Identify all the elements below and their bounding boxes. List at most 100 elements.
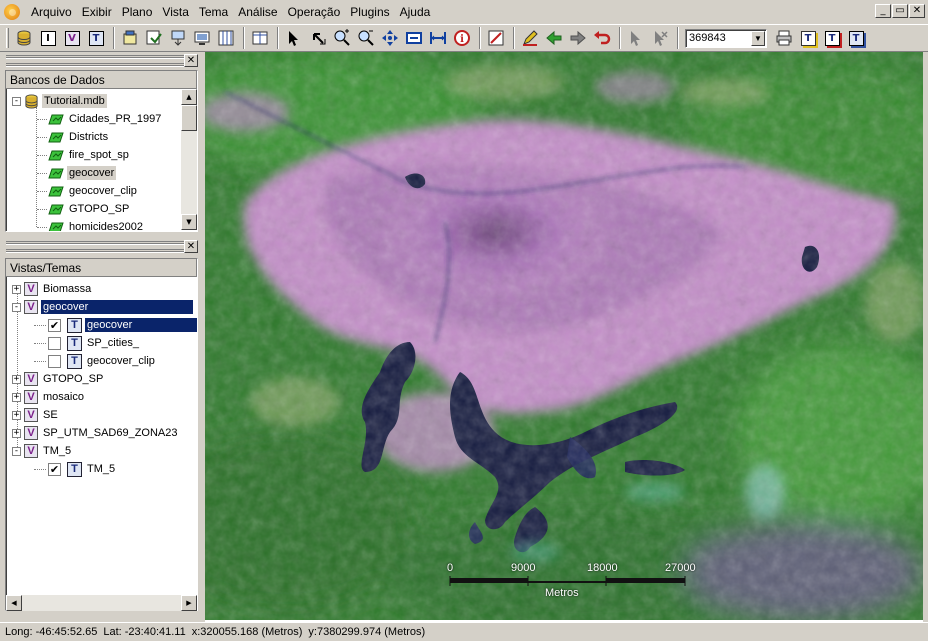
measure-tool[interactable] <box>427 27 449 49</box>
expand-icon[interactable]: + <box>12 284 21 294</box>
raster-layer-icon <box>48 186 64 196</box>
theme-row[interactable]: ✔ T TM_5 <box>34 460 117 478</box>
edit-pointer-tool[interactable] <box>625 27 647 49</box>
db-layer-row[interactable]: geocover_clip <box>48 182 139 200</box>
view-row[interactable]: - Vgeocover <box>12 298 193 316</box>
printer-icon <box>776 30 792 46</box>
db-layer-row[interactable]: geocover <box>48 164 117 182</box>
theme-row[interactable]: T SP_cities_ <box>34 334 141 352</box>
collapse-icon[interactable]: - <box>12 96 21 106</box>
import-icon <box>123 30 137 45</box>
collapse-icon[interactable]: - <box>12 302 21 312</box>
view-button[interactable]: V <box>61 27 83 49</box>
restore-button[interactable]: ▭ <box>892 4 908 18</box>
display-button[interactable] <box>191 27 213 49</box>
tree-guide <box>34 469 46 470</box>
forward-button[interactable] <box>567 27 589 49</box>
scroll-thumb[interactable] <box>181 105 197 131</box>
import-button[interactable] <box>119 27 141 49</box>
db-panel-grip <box>6 55 184 59</box>
erase-tool[interactable] <box>485 27 507 49</box>
toolbar-separator <box>479 27 481 49</box>
collapse-icon[interactable]: - <box>12 446 21 456</box>
pan-tool[interactable] <box>379 27 401 49</box>
view-row[interactable]: + V SP_UTM_SAD69_ZONA23 <box>12 424 180 442</box>
view-row[interactable]: - V TM_5 <box>12 442 73 460</box>
database-icon <box>17 30 31 46</box>
theme-label: geocover <box>85 318 197 332</box>
theme-row[interactable]: ✔ Tgeocover <box>34 316 197 334</box>
zoom-extent-icon <box>406 32 422 44</box>
toolbar-separator <box>277 27 279 49</box>
info-layer-button[interactable]: I <box>37 27 59 49</box>
db-root-row[interactable]: - Tutorial.mdb <box>12 92 107 110</box>
scroll-up-button[interactable]: ▲ <box>181 89 197 105</box>
expand-icon[interactable]: + <box>12 392 21 402</box>
back-button[interactable] <box>543 27 565 49</box>
view-row[interactable]: + Vmosaico <box>12 388 86 406</box>
print-button[interactable] <box>773 27 795 49</box>
database-button[interactable] <box>13 27 35 49</box>
close-button[interactable]: ✕ <box>909 4 925 18</box>
menu-plugins[interactable]: Plugins <box>345 0 394 24</box>
draw-tool[interactable] <box>519 27 541 49</box>
menu-operacao[interactable]: Operação <box>283 0 346 24</box>
view-label: TM_5 <box>43 445 72 457</box>
scroll-left-button[interactable]: ◀ <box>6 595 22 611</box>
view-row[interactable]: + V GTOPO_SP <box>12 370 105 388</box>
undo-button[interactable] <box>591 27 613 49</box>
theme-row[interactable]: Tgeocover_clip <box>34 352 157 370</box>
visibility-checkbox[interactable]: ✔ <box>48 318 61 332</box>
select-tool[interactable] <box>307 27 329 49</box>
expand-icon[interactable]: + <box>12 374 21 384</box>
zoom-in-tool[interactable] <box>331 27 353 49</box>
menu-exibir[interactable]: Exibir <box>77 0 117 24</box>
chevron-down-icon[interactable]: ▼ <box>751 30 765 46</box>
db-layer-row[interactable]: homicides2002 <box>48 218 145 231</box>
visibility-checkbox[interactable] <box>48 354 61 368</box>
table-button[interactable] <box>215 27 237 49</box>
view-icon: V <box>24 372 38 386</box>
db-layer-row[interactable]: fire_spot_sp <box>48 146 131 164</box>
theme-icon: T <box>67 317 82 333</box>
delete-point-tool[interactable] <box>649 27 671 49</box>
text-tool[interactable]: T <box>797 27 819 49</box>
tree-guide <box>34 343 46 344</box>
status-y-coordinate: y:7380299.974 (Metros) <box>308 626 426 638</box>
scroll-down-button[interactable]: ▼ <box>181 214 197 230</box>
db-layer-row[interactable]: Districts <box>48 128 110 146</box>
db-scrollbar[interactable]: ▲ ▼ <box>181 89 197 230</box>
zoom-out-tool[interactable] <box>355 27 377 49</box>
view-row[interactable]: + V Biomassa <box>12 280 93 298</box>
scroll-right-button[interactable]: ▶ <box>181 595 197 611</box>
db-layer-row[interactable]: GTOPO_SP <box>48 200 131 218</box>
expand-icon[interactable]: + <box>12 428 21 438</box>
info-tool[interactable]: i <box>451 27 473 49</box>
text-value-tool[interactable]: T <box>845 27 867 49</box>
db-panel-close-button[interactable]: ✕ <box>184 54 198 67</box>
menu-vista[interactable]: Vista <box>157 0 193 24</box>
view-row[interactable]: + V SE <box>12 406 60 424</box>
menu-ajuda[interactable]: Ajuda <box>395 0 436 24</box>
menu-tema[interactable]: Tema <box>194 0 233 24</box>
zoom-extent-tool[interactable] <box>403 27 425 49</box>
views-panel-close-button[interactable]: ✕ <box>184 240 198 253</box>
db-layer-label: geocover_clip <box>69 185 137 197</box>
menu-plano[interactable]: Plano <box>117 0 158 24</box>
minimize-button[interactable]: _ <box>875 4 891 18</box>
visibility-checkbox[interactable]: ✔ <box>48 462 61 476</box>
map-canvas[interactable]: 0 9000 18000 27000 Metros <box>205 52 923 620</box>
menu-arquivo[interactable]: Arquivo <box>26 0 77 24</box>
query-button[interactable] <box>167 27 189 49</box>
expand-icon[interactable]: + <box>12 410 21 420</box>
menu-analise[interactable]: Análise <box>233 0 282 24</box>
text-format-tool[interactable]: T <box>821 27 843 49</box>
visibility-checkbox[interactable] <box>48 336 61 350</box>
export-button[interactable] <box>143 27 165 49</box>
grid-button[interactable] <box>249 27 271 49</box>
views-hscroll[interactable]: ◀ ▶ <box>6 595 197 611</box>
scale-combobox[interactable]: 369843 ▼ <box>685 28 767 48</box>
db-layer-row[interactable]: Cidades_PR_1997 <box>48 110 163 128</box>
theme-button[interactable]: T <box>85 27 107 49</box>
pointer-tool[interactable] <box>283 27 305 49</box>
